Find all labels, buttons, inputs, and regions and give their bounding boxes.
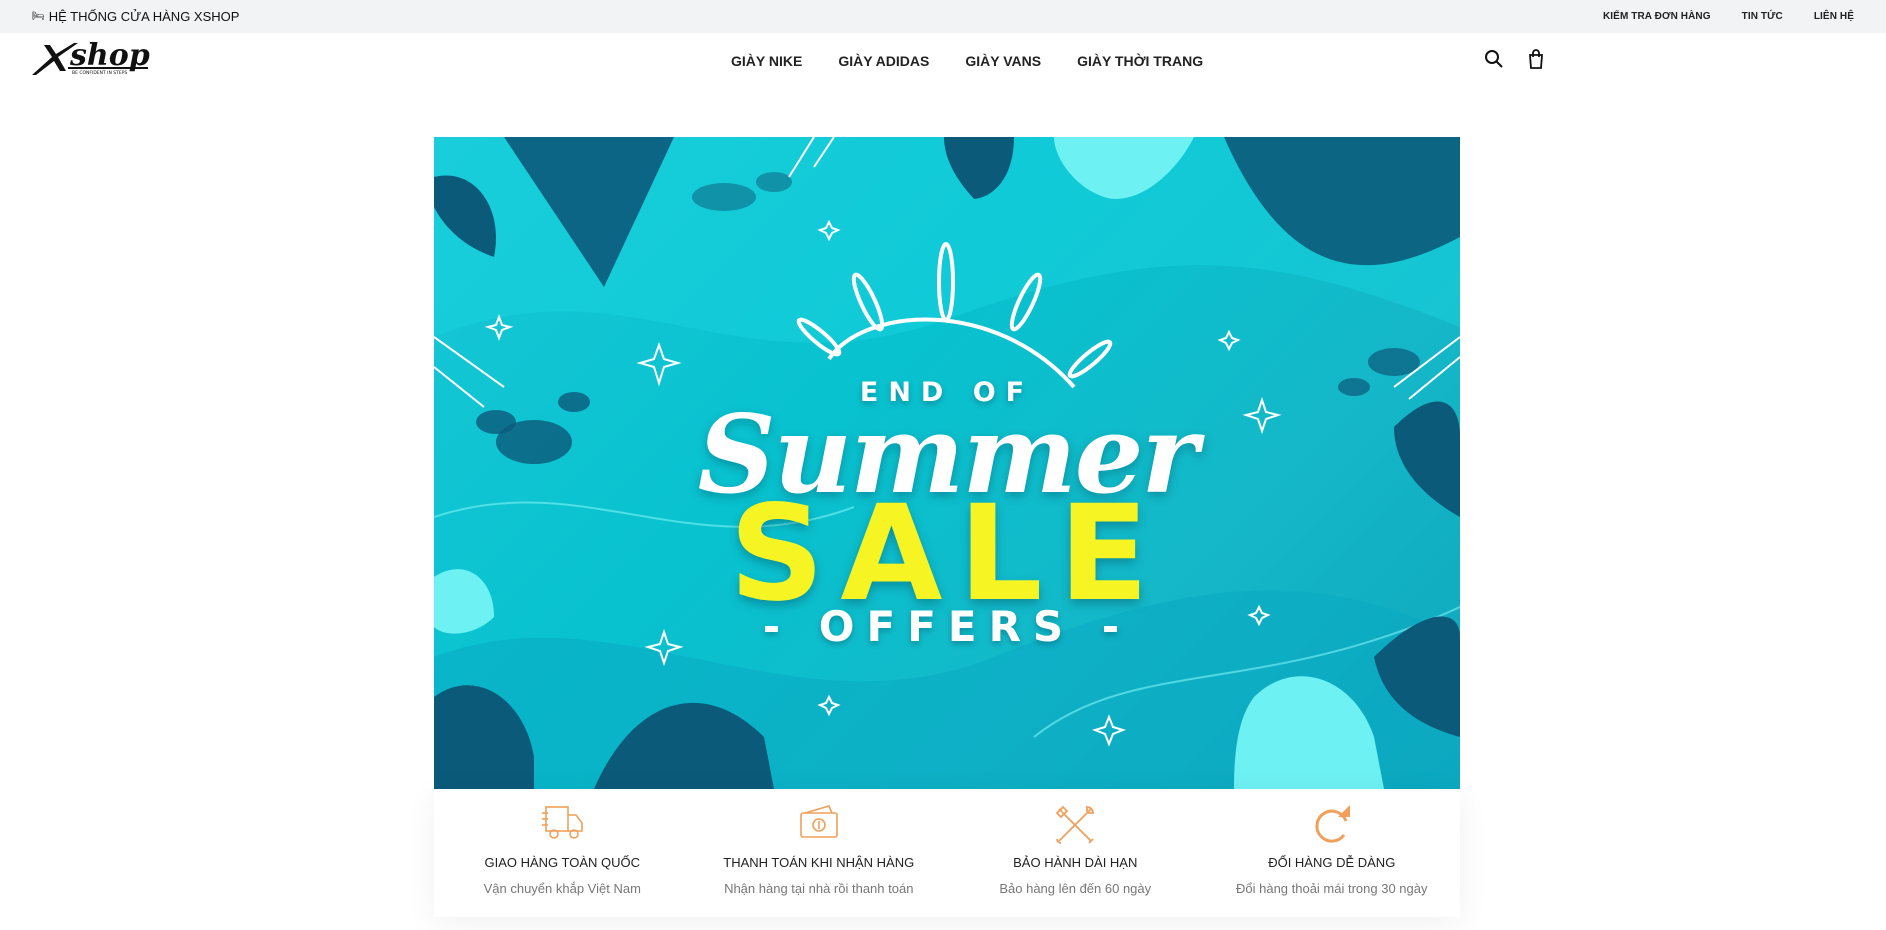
delivery-truck-icon: [542, 806, 584, 839]
logo-tagline: BE CONFIDENT IN STEPS: [72, 70, 127, 76]
feature-shipping-subtitle: Vận chuyển khắp Việt Nam: [483, 881, 641, 896]
feature-cod-title: THANH TOÁN KHI NHẬN HÀNG: [723, 855, 915, 870]
feature-shipping: GIAO HÀNG TOÀN QUỐC Vận chuyển khắp Việt…: [434, 789, 691, 917]
main-header: shop BE CONFIDENT IN STEPS GIÀY NIKE GIÀ…: [0, 33, 1886, 88]
hero-banner[interactable]: END OF Summer SALE - OFFERS -: [434, 137, 1460, 789]
contact-link[interactable]: LIÊN HỆ: [1814, 11, 1854, 22]
store-system-label: HỆ THỐNG CỬA HÀNG XSHOP: [48, 9, 240, 24]
feature-exchange-title: ĐỔI HÀNG DỄ DÀNG: [1268, 855, 1396, 870]
feature-cod-subtitle: Nhận hàng tại nhà rồi thanh toán: [724, 881, 914, 896]
wallet-icon: [799, 805, 838, 838]
feature-warranty-title: BẢO HÀNH DÀI HẠN: [1013, 855, 1138, 870]
refresh-icon: [1315, 805, 1350, 843]
feature-exchange-subtitle: Đổi hàng thoải mái trong 30 ngày: [1235, 881, 1428, 896]
tools-icon: [1055, 805, 1095, 844]
store-system-link[interactable]: 🛏 HỆ THỐNG CỬA HÀNG XSHOP: [32, 9, 239, 24]
nav-item-adidas[interactable]: GIÀY ADIDAS: [838, 53, 929, 69]
top-links: KIỂM TRA ĐƠN HÀNG TIN TỨC LIÊN HỆ: [1603, 11, 1854, 22]
search-icon[interactable]: [1484, 49, 1504, 69]
feature-warranty: BẢO HÀNH DÀI HẠN Bảo hàng lên đến 60 ngà…: [947, 789, 1204, 917]
main-nav: GIÀY NIKE GIÀY ADIDAS GIÀY VANS GIÀY THỜ…: [731, 33, 1203, 88]
features-strip: GIAO HÀNG TOÀN QUỐC Vận chuyển khắp Việt…: [434, 789, 1460, 917]
feature-shipping-title: GIAO HÀNG TOÀN QUỐC: [484, 855, 641, 870]
cart-icon[interactable]: [1526, 49, 1546, 69]
bed-icon: 🛏: [32, 11, 45, 22]
logo-graphic: shop BE CONFIDENT IN STEPS: [32, 38, 150, 76]
nav-item-fashion[interactable]: GIÀY THỜI TRANG: [1077, 53, 1203, 69]
sale-headline: END OF Summer SALE - OFFERS -: [434, 137, 1460, 789]
feature-exchange: ĐỔI HÀNG DỄ DÀNG Đổi hàng thoải mái tron…: [1204, 789, 1461, 917]
news-link[interactable]: TIN TỨC: [1742, 11, 1783, 22]
header-icons: [1484, 49, 1546, 69]
feature-warranty-subtitle: Bảo hàng lên đến 60 ngày: [999, 881, 1152, 896]
top-bar: 🛏 HỆ THỐNG CỬA HÀNG XSHOP KIỂM TRA ĐƠN H…: [0, 0, 1886, 33]
site-logo[interactable]: shop BE CONFIDENT IN STEPS: [30, 38, 165, 79]
order-check-link[interactable]: KIỂM TRA ĐƠN HÀNG: [1603, 11, 1711, 22]
nav-item-nike[interactable]: GIÀY NIKE: [731, 53, 802, 69]
headline-line-4: - OFFERS -: [762, 602, 1132, 651]
feature-cod: THANH TOÁN KHI NHẬN HÀNG Nhận hàng tại n…: [691, 789, 948, 917]
nav-item-vans[interactable]: GIÀY VANS: [965, 53, 1041, 69]
